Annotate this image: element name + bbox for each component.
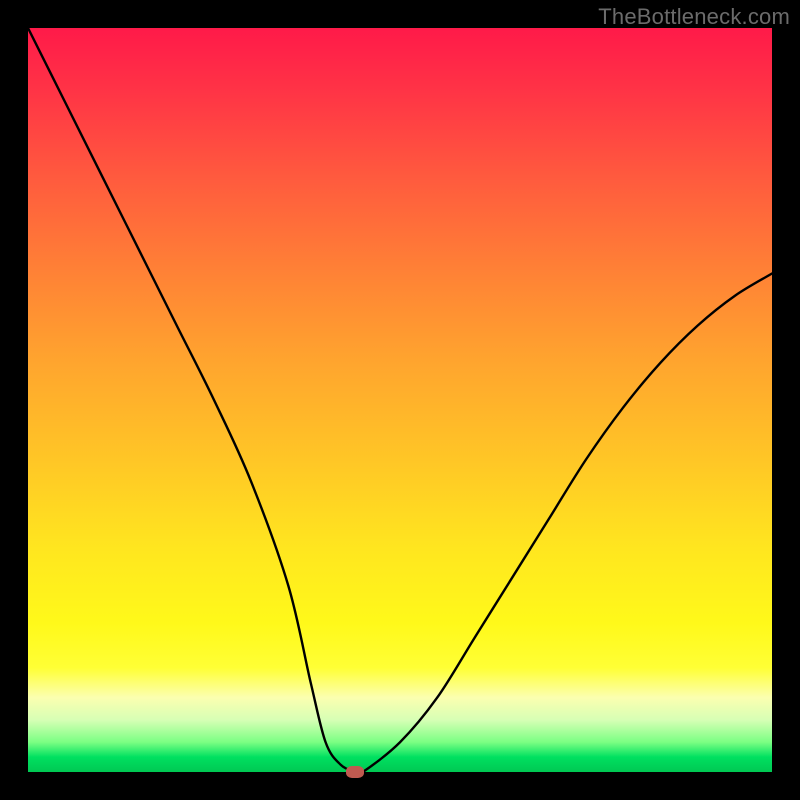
plot-area (28, 28, 772, 772)
watermark-text: TheBottleneck.com (598, 4, 790, 30)
bottleneck-curve (28, 28, 772, 772)
optimal-point-marker (346, 766, 364, 778)
chart-frame: TheBottleneck.com (0, 0, 800, 800)
